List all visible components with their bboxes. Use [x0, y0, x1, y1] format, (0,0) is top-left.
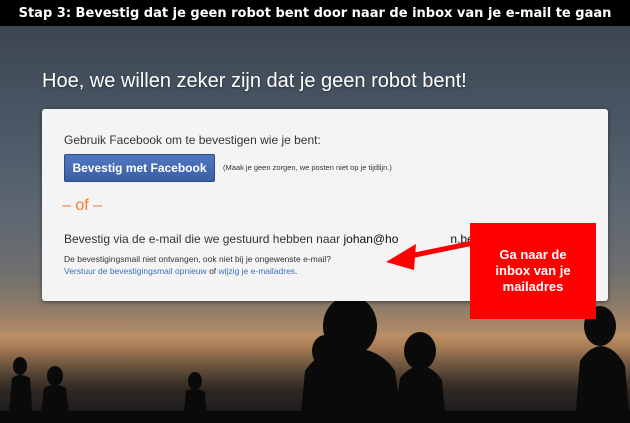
instruction-callout: Ga naar de inbox van je mailadres: [470, 223, 596, 319]
facebook-note: (Maak je geen zorgen, we posten niet op …: [223, 163, 392, 172]
page-headline: Hoe, we willen zeker zijn dat je geen ro…: [42, 70, 467, 92]
confirm-with-facebook-button[interactable]: Bevestig met Facebook: [64, 154, 215, 182]
callout-text: Ga naar de inbox van je mailadres: [495, 247, 571, 294]
email-links-line: Verstuur de bevestigingsmail opnieuw of …: [64, 266, 297, 276]
not-received-text: De bevestigingsmail niet ontvangen, ook …: [64, 254, 331, 264]
resend-email-link[interactable]: Verstuur de bevestigingsmail opnieuw: [64, 266, 207, 276]
instruction-banner: Stap 3: Bevestig dat je geen robot bent …: [0, 0, 630, 26]
email-confirm-prefix: Bevestig via de e-mail die we gestuurd h…: [64, 232, 344, 246]
facebook-prompt: Gebruik Facebook om te bevestigen wie je…: [64, 133, 321, 147]
background-photo: Hoe, we willen zeker zijn dat je geen ro…: [0, 26, 630, 423]
period: .: [295, 266, 298, 276]
red-arrow-icon: [386, 239, 479, 270]
or-separator: – of –: [62, 197, 103, 214]
change-email-link[interactable]: wijzig je e-mailadres: [219, 266, 296, 276]
or-word: of: [206, 266, 219, 276]
